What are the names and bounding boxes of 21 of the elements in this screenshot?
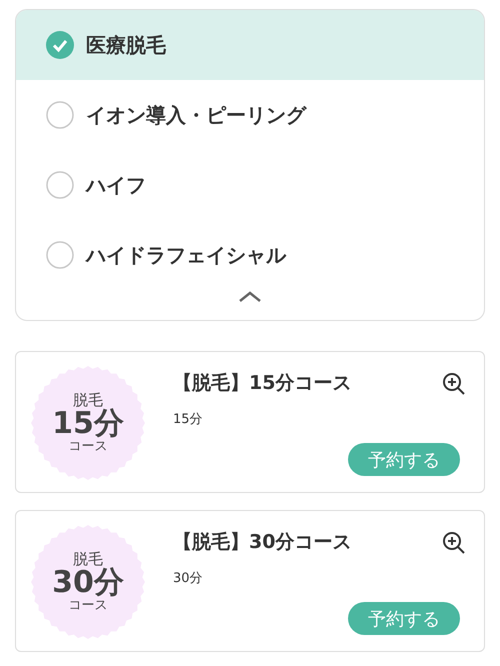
- category-option[interactable]: ハイドラフェイシャル: [16, 220, 484, 290]
- badge-label: コース: [68, 598, 108, 612]
- category-option[interactable]: イオン導入・ピーリング: [16, 80, 484, 150]
- badge-label: コース: [68, 440, 108, 454]
- badge-duration: 15分: [52, 408, 124, 440]
- zoom-in-icon[interactable]: [442, 372, 466, 396]
- badge-label: 脱毛: [73, 392, 103, 408]
- category-option[interactable]: ハイフ: [16, 150, 484, 220]
- empty-circle-icon: [46, 171, 74, 199]
- course-duration: 30分: [173, 570, 204, 587]
- category-option[interactable]: 医療脱毛: [16, 10, 484, 80]
- empty-circle-icon: [46, 241, 74, 269]
- course-title: 【脱毛】15分コース: [173, 371, 352, 396]
- badge-label: 脱毛: [73, 552, 103, 568]
- checked-circle-icon: [46, 31, 74, 59]
- course-title: 【脱毛】30分コース: [173, 530, 352, 555]
- collapse-chevron-icon[interactable]: [238, 290, 262, 302]
- course-duration: 15分: [173, 411, 204, 428]
- zoom-in-icon[interactable]: [442, 531, 466, 555]
- empty-circle-icon: [46, 101, 74, 129]
- badge-duration: 30分: [52, 567, 124, 599]
